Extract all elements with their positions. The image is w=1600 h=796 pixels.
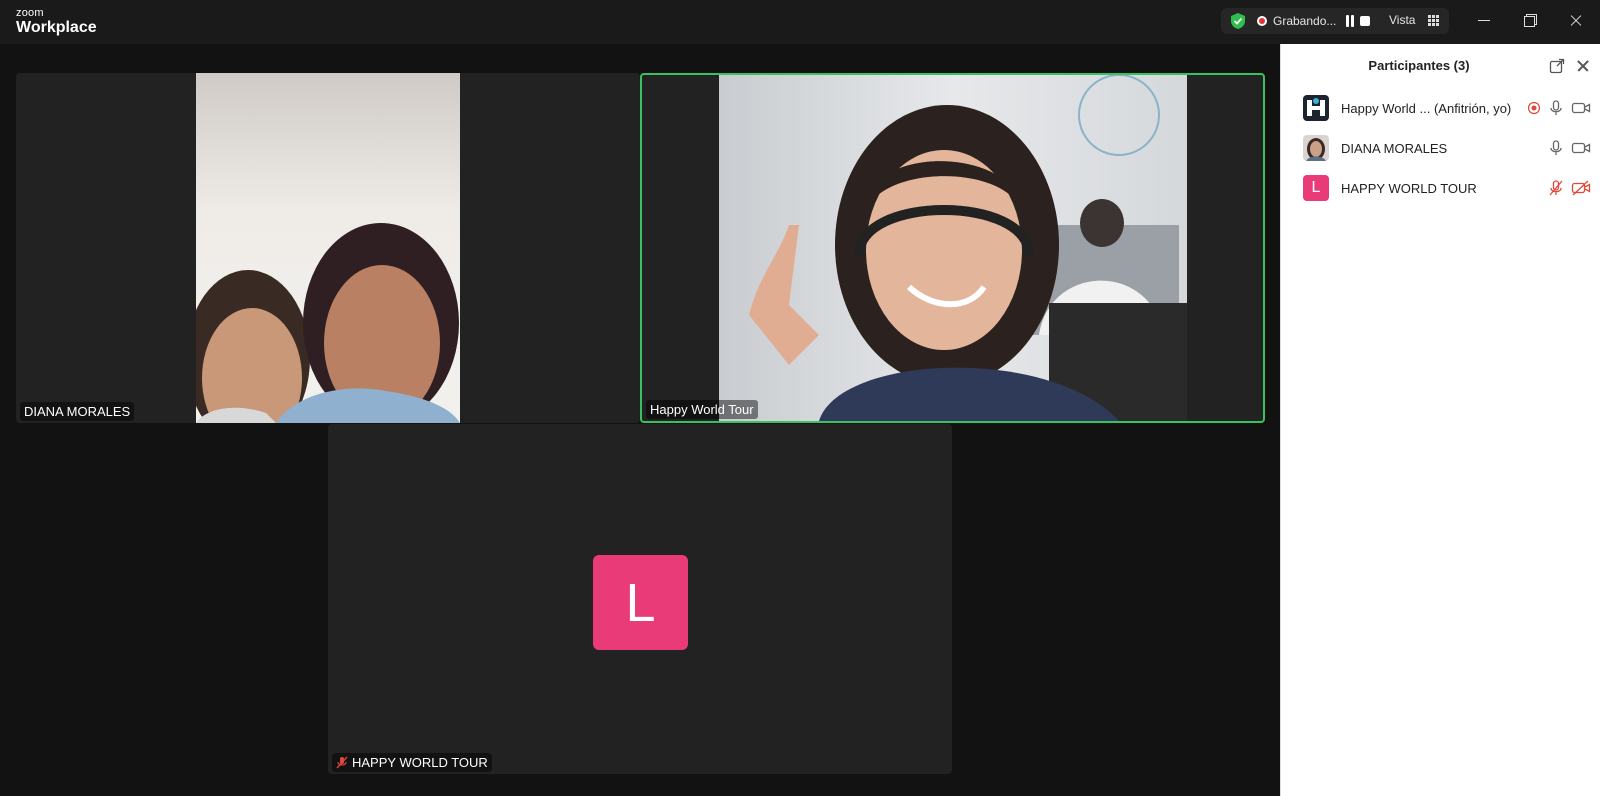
panel-title: Participantes (3) (1368, 58, 1470, 73)
title-bar: zoom Workplace Grabando... Vista (0, 0, 1600, 44)
participant-name: HAPPY WORLD TOUR (352, 755, 488, 770)
mic-icon[interactable] (1547, 99, 1565, 117)
video-tile-diana[interactable]: DIANA MORALES (16, 73, 640, 423)
video-feed-host (719, 75, 1187, 421)
grid-view-icon[interactable] (1428, 15, 1439, 26)
video-stage: DIANA MORALES Happy World Tour L HAPPY W… (0, 44, 1280, 796)
avatar (1303, 95, 1329, 121)
tile-name-label: HAPPY WORLD TOUR (332, 753, 492, 772)
stop-recording-icon[interactable] (1360, 16, 1370, 26)
mic-icon[interactable] (1547, 139, 1565, 157)
participant-name: DIANA MORALES (1341, 140, 1448, 156)
avatar: L (593, 555, 688, 650)
pause-recording-icon[interactable] (1345, 15, 1355, 27)
camera-icon[interactable] (1571, 139, 1591, 157)
view-button[interactable]: Vista (1389, 13, 1415, 27)
restore-button[interactable] (1516, 8, 1544, 34)
zoom-workplace-logo: zoom Workplace (16, 8, 97, 36)
video-feed-diana (196, 73, 460, 423)
video-tile-happy-world-tour-avatar[interactable]: L HAPPY WORLD TOUR (328, 424, 952, 774)
recording-pill: Grabando... Vista (1221, 8, 1449, 34)
participants-panel: Participantes (3) Happy World ... (Anfit… (1280, 44, 1600, 796)
tile-name-label: Happy World Tour (646, 400, 758, 419)
participant-row-diana[interactable]: DIANA MORALES (1281, 128, 1600, 168)
participant-row-happy-world-tour[interactable]: L HAPPY WORLD TOUR (1281, 168, 1600, 208)
shield-check-icon[interactable] (1229, 12, 1247, 30)
logo-big-text: Workplace (16, 19, 97, 36)
participant-row-host[interactable]: Happy World ... (Anfitrión, yo) (1281, 88, 1600, 128)
tile-name-label: DIANA MORALES (20, 402, 135, 421)
recording-dot-icon (1257, 16, 1267, 26)
camera-off-icon[interactable] (1571, 179, 1591, 197)
popout-icon[interactable] (1549, 58, 1565, 74)
muted-mic-icon (336, 756, 348, 769)
participant-name: Happy World ... (Anfitrión, yo) (1341, 100, 1512, 116)
minimize-button[interactable] (1470, 8, 1498, 34)
recording-indicator-icon (1527, 101, 1541, 115)
participant-name: HAPPY WORLD TOUR (1341, 180, 1477, 196)
muted-mic-icon[interactable] (1547, 179, 1565, 197)
avatar: L (1303, 175, 1329, 201)
participant-name: DIANA MORALES (24, 404, 131, 419)
recording-status: Grabando... (1273, 14, 1337, 28)
close-window-button[interactable] (1562, 8, 1590, 34)
close-panel-icon[interactable] (1575, 58, 1591, 74)
video-tile-happy-world-tour-active[interactable]: Happy World Tour (640, 73, 1265, 423)
participant-name: Happy World Tour (650, 402, 754, 417)
logo-small-text: zoom (16, 7, 44, 19)
avatar (1303, 135, 1329, 161)
camera-icon[interactable] (1571, 99, 1591, 117)
